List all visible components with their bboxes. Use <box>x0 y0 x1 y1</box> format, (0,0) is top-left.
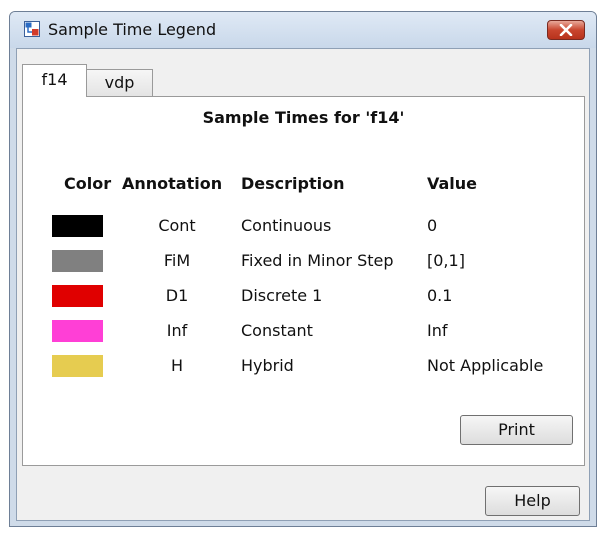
simulink-app-icon <box>24 21 40 37</box>
value-cell: 0 <box>427 216 438 235</box>
header-annotation: Annotation <box>122 174 223 193</box>
color-swatch <box>52 320 103 342</box>
header-description: Description <box>241 174 345 193</box>
description-cell: Hybrid <box>241 356 294 375</box>
description-cell: Continuous <box>241 216 332 235</box>
color-swatch <box>52 215 103 237</box>
color-swatch <box>52 250 103 272</box>
value-cell: Inf <box>427 321 448 340</box>
tab-vdp[interactable]: vdp <box>86 69 153 97</box>
annotation-cell: FiM <box>163 251 191 270</box>
legend-row: H Hybrid Not Applicable <box>23 355 584 389</box>
dialog-client-area: f14 vdp Sample Times for 'f14' Color Ann… <box>16 48 590 521</box>
legend-row: FiM Fixed in Minor Step [0,1] <box>23 250 584 284</box>
annotation-cell: D1 <box>165 286 189 305</box>
panel-title: Sample Times for 'f14' <box>202 108 405 127</box>
close-icon <box>559 24 573 36</box>
color-swatch <box>52 355 103 377</box>
header-value: Value <box>427 174 478 193</box>
title-bar[interactable]: Sample Time Legend <box>10 12 596 48</box>
legend-row: Inf Constant Inf <box>23 320 584 354</box>
annotation-cell: H <box>170 356 184 375</box>
value-cell: Not Applicable <box>427 356 544 375</box>
close-button[interactable] <box>547 20 585 40</box>
description-cell: Constant <box>241 321 313 340</box>
tab-f14[interactable]: f14 <box>22 64 87 97</box>
legend-row: Cont Continuous 0 <box>23 215 584 249</box>
tab-panel: Sample Times for 'f14' Color Annotation … <box>22 96 585 466</box>
sample-time-legend-window: Sample Time Legend f14 vdp Sample Times … <box>9 11 597 527</box>
window-title: Sample Time Legend <box>48 20 217 39</box>
legend-row: D1 Discrete 1 0.1 <box>23 285 584 319</box>
value-cell: 0.1 <box>427 286 453 305</box>
value-cell: [0,1] <box>427 251 465 270</box>
color-swatch <box>52 285 103 307</box>
header-color: Color <box>64 174 112 193</box>
print-button[interactable]: Print <box>460 415 573 445</box>
annotation-cell: Inf <box>166 321 188 340</box>
description-cell: Discrete 1 <box>241 286 323 305</box>
help-button[interactable]: Help <box>485 486 580 516</box>
description-cell: Fixed in Minor Step <box>241 251 394 270</box>
annotation-cell: Cont <box>158 216 196 235</box>
